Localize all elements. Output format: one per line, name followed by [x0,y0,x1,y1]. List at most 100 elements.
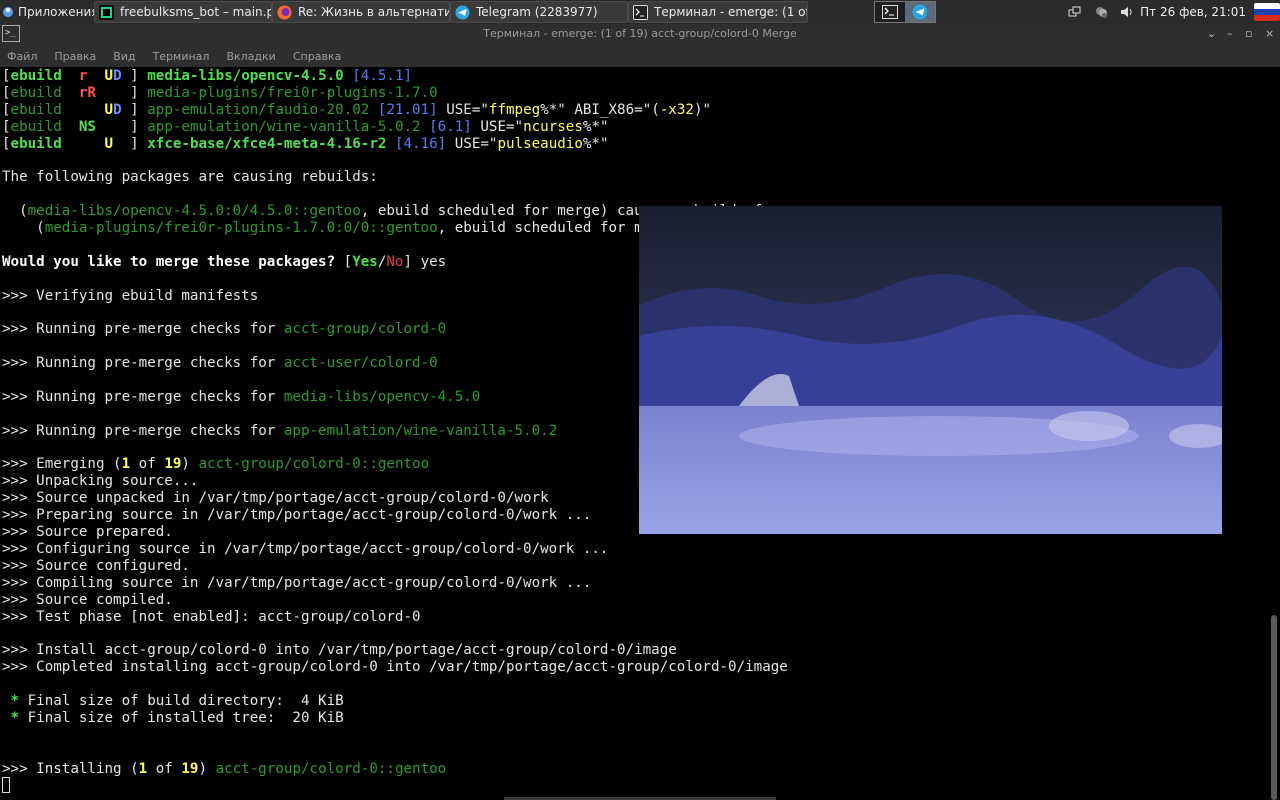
terminal-text: ebuild [10,118,62,135]
maximize-button[interactable]: ▫ [1245,27,1252,40]
terminal-text: [ [2,101,11,118]
terminal-text: ( [2,203,28,220]
terminal-text: >>> Compiling source in /var/tmp/portage… [2,574,592,591]
workspace-2[interactable] [905,2,935,22]
workspace-1[interactable] [875,2,905,22]
terminal-line: >>> Install acct-group/colord-0 into /va… [2,642,788,659]
menu-view[interactable]: Вид [113,50,135,63]
terminal-text: [ [335,253,353,270]
menu-help[interactable]: Справка [293,50,341,63]
terminal-text: Yes [352,253,378,270]
telegram-icon [455,5,470,19]
terminal-text: 19 [164,456,182,473]
terminal-text: >>> Test phase [not enabled]: acct-group… [2,608,421,625]
workspace-switcher[interactable] [874,1,936,23]
minimize-button[interactable]: – [1227,27,1233,40]
taskbar-item-label: freebulksms_bot – main.py [120,5,272,19]
terminal-text: >>> Verifying ebuild manifests [2,287,259,304]
window-titlebar[interactable]: >_ Терминал - emerge: (1 of 19) acct-gro… [0,24,1280,45]
terminal-line: >>> Configuring source in /var/tmp/porta… [2,541,788,558]
terminal-vertical-scrollbar[interactable] [1271,615,1277,800]
terminal-text: acct-group/colord-0 [283,321,447,338]
terminal-text: >>> Source compiled. [2,591,173,608]
terminal-text: >>> Configuring source in /var/tmp/porta… [2,540,609,557]
firefox-icon [277,5,292,19]
taskbar-item-label: Telegram (2283977) [476,5,598,19]
terminal-text: acct-group/colord-0::gentoo [215,760,447,777]
terminal-text: * [10,709,20,726]
terminal-text: app-emulation/wine-vanilla-5.0.2 [283,422,558,439]
terminal-text: >>> Unpacking source... [2,473,199,490]
terminal-text: >>> Install acct-group/colord-0 into /va… [2,642,677,659]
terminal-text: pulseaudio [497,135,583,152]
terminal-text: ) [198,760,216,777]
terminal-text: NS [78,118,96,135]
terminal-text: >>> Running pre-merge checks for [2,321,284,338]
terminal-text: >>> Running pre-merge checks for [2,355,284,372]
text-cursor [2,777,10,794]
menu-bar: Файл Правка Вид Терминал Вкладки Справка [0,45,1280,68]
terminal-text: media-libs/opencv-4.5.0 [283,388,481,405]
terminal-text: ] yes [403,253,447,270]
terminal-text: of [147,760,182,777]
system-tray: Пт 26 фев, 21:01 [1062,0,1280,24]
terminal-text: * [10,692,20,709]
terminal-line: >>> Source configured. [2,558,788,575]
terminal-text: ] [121,101,148,118]
window-title: Терминал - emerge: (1 of 19) acct-group/… [483,27,797,40]
top-panel: Приложения freebulksms_bot – main.py Re:… [0,0,1280,25]
terminal-text: -x32 [659,101,694,118]
keyboard-layout-flag-icon[interactable] [1254,3,1280,21]
taskbar-item-label: Терминал - emerge: (1 of ... [654,5,808,19]
window-menu-button[interactable]: ⌄ [1207,27,1216,40]
terminal-text: xfce-base/xfce4-meta-4.16-r2 [147,135,387,152]
terminal-text: app-emulation/faudio-20.02 [147,101,370,118]
taskbar-item-telegram[interactable]: Telegram (2283977) [450,1,628,23]
applications-menu-button[interactable]: Приложения [0,0,103,24]
terminal-text: >>> Source prepared. [2,524,173,541]
close-button[interactable]: × [1265,27,1274,40]
terminal-line: >>> Installing (1 of 19) acct-group/colo… [2,761,788,778]
clock[interactable]: Пт 26 фев, 21:01 [1140,5,1246,19]
terminal-text: ] [113,135,148,152]
terminal-text: [ [2,118,11,135]
terminal-text: %*" [582,118,609,135]
terminal-text: ( [2,220,45,237]
taskbar-item-pycharm[interactable]: freebulksms_bot – main.py [94,1,272,23]
network-icon[interactable] [1068,5,1082,19]
prompt-line[interactable] [2,777,788,794]
terminal-text: >>> Running pre-merge checks for [2,422,284,439]
terminal-text: [ [2,135,11,152]
taskbar-item-terminal[interactable]: Терминал - emerge: (1 of ... [628,1,808,23]
menu-tabs[interactable]: Вкладки [226,50,275,63]
weather-icon[interactable] [1094,5,1108,19]
terminal-text: ebuild [10,101,62,118]
terminal-line: [ebuild U ] xfce-base/xfce4-meta-4.16-r2… [2,136,788,153]
terminal-text: %*" [582,135,609,152]
menu-terminal[interactable]: Терминал [153,50,210,63]
terminal-text: media-plugins/frei0r-plugins-1.7.0 [147,84,438,101]
terminal-text: ebuild [10,84,62,101]
terminal-icon [633,4,648,20]
terminal-text: [4.5.1] [352,68,413,84]
menu-edit[interactable]: Правка [54,50,96,63]
terminal-icon [882,5,898,19]
video-overlay[interactable] [639,206,1222,534]
taskbar-item-firefox[interactable]: Re: Жизнь в альтернатив... [272,1,450,23]
terminal-text: >>> Running pre-merge checks for [2,388,284,405]
terminal-text: USE=" [446,135,498,152]
terminal-text: ebuild [10,68,62,84]
menu-file[interactable]: Файл [7,50,37,63]
volume-icon[interactable] [1120,5,1134,19]
terminal-text: ) [181,456,199,473]
